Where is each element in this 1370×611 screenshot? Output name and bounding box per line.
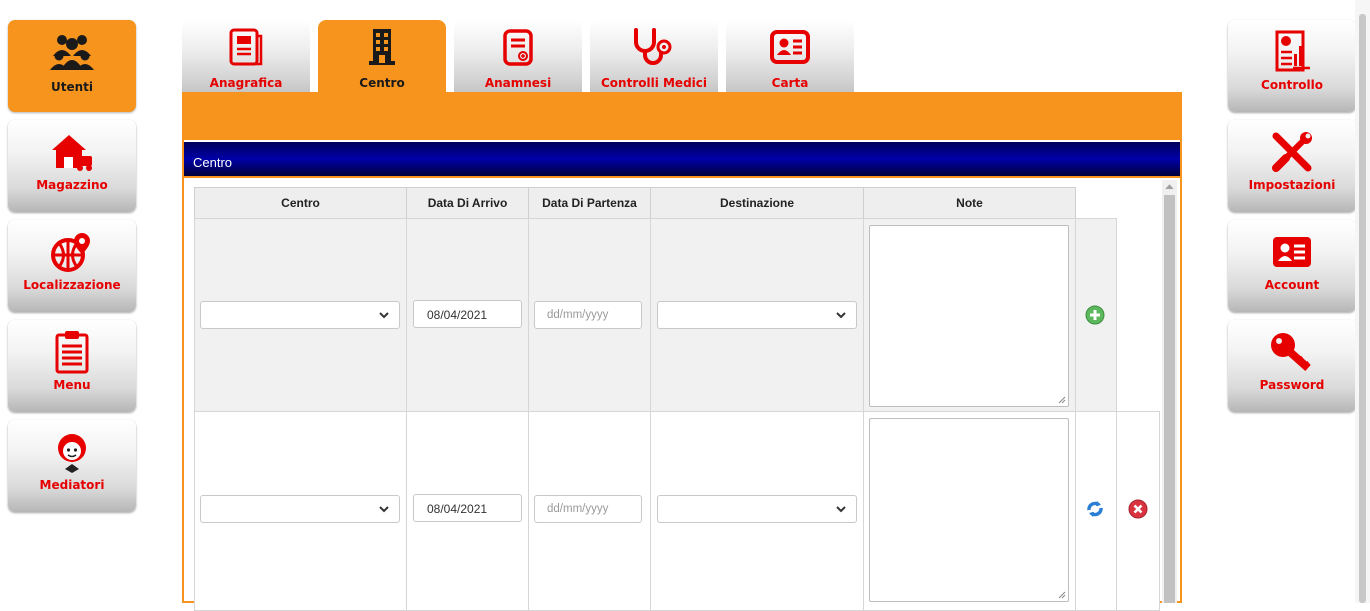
mediator-icon — [8, 430, 136, 474]
data-partenza-input[interactable]: dd/mm/yyyy — [534, 495, 642, 523]
nav-label: Password — [1259, 378, 1325, 392]
column-header-centro: Centro — [194, 187, 407, 219]
nav-label: Magazzino — [36, 178, 108, 192]
stethoscope-icon — [590, 26, 718, 68]
resize-grip-icon[interactable] — [1058, 396, 1066, 404]
divider — [184, 176, 1180, 178]
id-card-icon — [1228, 230, 1356, 274]
refresh-row-button[interactable] — [1085, 499, 1105, 522]
chevron-down-icon — [836, 506, 846, 513]
tab-label: Centro — [359, 76, 405, 90]
nav-magazzino-button[interactable]: Magazzino — [8, 120, 136, 212]
chevron-down-icon — [379, 312, 389, 319]
tab-anagrafica[interactable]: Anagrafica — [182, 20, 310, 94]
tab-carta[interactable]: Carta — [726, 20, 854, 94]
column-header-data-partenza: Data Di Partenza — [528, 187, 651, 219]
tab-anamnesi[interactable]: Anamnesi — [454, 20, 582, 94]
delete-row-button[interactable] — [1128, 499, 1148, 522]
nav-utenti-button[interactable]: Utenti — [8, 20, 136, 112]
nav-label: Impostazioni — [1248, 178, 1336, 192]
column-header-destinazione: Destinazione — [650, 187, 864, 219]
report-chart-icon — [1228, 30, 1356, 74]
resize-grip-icon[interactable] — [1058, 591, 1066, 599]
nav-controllo-button[interactable]: Controllo — [1228, 20, 1356, 112]
destinazione-select[interactable] — [657, 301, 857, 329]
nav-label: Localizzazione — [23, 278, 121, 292]
users-icon — [8, 30, 136, 74]
note-textarea[interactable] — [869, 418, 1069, 602]
centro-select[interactable] — [200, 301, 400, 329]
destinazione-select[interactable] — [657, 495, 857, 523]
data-partenza-input[interactable]: dd/mm/yyyy — [534, 301, 642, 329]
medical-record-icon — [454, 26, 582, 68]
tab-label: Controlli Medici — [600, 76, 708, 90]
nav-account-button[interactable]: Account — [1228, 220, 1356, 312]
globe-pin-icon — [8, 230, 136, 274]
id-card-icon — [726, 26, 854, 68]
nav-label: Account — [1264, 278, 1320, 292]
add-row-button[interactable] — [1085, 305, 1105, 328]
chevron-down-icon — [836, 312, 846, 319]
nav-impostazioni-button[interactable]: Impostazioni — [1228, 120, 1356, 212]
tab-content-band — [182, 92, 1182, 140]
page-scrollbar-thumb[interactable] — [1359, 14, 1366, 603]
warehouse-icon — [8, 130, 136, 174]
panel-scrollbar-thumb[interactable] — [1164, 195, 1175, 603]
clipboard-icon — [8, 330, 136, 374]
nav-label: Menu — [53, 378, 91, 392]
key-icon — [1228, 330, 1356, 374]
nav-label: Utenti — [50, 80, 93, 94]
column-header-data-arrivo: Data Di Arrivo — [406, 187, 529, 219]
nav-mediatori-button[interactable]: Mediatori — [8, 420, 136, 512]
nav-label: Controllo — [1261, 78, 1323, 92]
nav-localizzazione-button[interactable]: Localizzazione — [8, 220, 136, 312]
note-textarea[interactable] — [869, 225, 1069, 407]
tab-label: Anamnesi — [484, 76, 552, 90]
tab-label: Carta — [771, 76, 809, 90]
panel-title: Centro — [184, 142, 1180, 176]
tools-icon — [1228, 130, 1356, 174]
centro-select[interactable] — [200, 495, 400, 523]
nav-label: Mediatori — [39, 478, 105, 492]
tab-centro[interactable]: Centro — [318, 20, 446, 94]
column-header-note: Note — [863, 187, 1076, 219]
document-icon — [182, 26, 310, 68]
tab-controlli-medici[interactable]: Controlli Medici — [590, 20, 718, 94]
nav-menu-button[interactable]: Menu — [8, 320, 136, 412]
data-arrivo-input[interactable]: 08/04/2021 — [413, 300, 522, 328]
nav-password-button[interactable]: Password — [1228, 320, 1356, 412]
chevron-down-icon — [379, 506, 389, 513]
tab-label: Anagrafica — [209, 76, 283, 90]
close-circle-icon — [1128, 499, 1148, 519]
refresh-icon — [1087, 501, 1103, 517]
plus-circle-icon — [1085, 305, 1105, 325]
scroll-up-arrow-icon[interactable] — [1164, 182, 1175, 192]
data-arrivo-input[interactable]: 08/04/2021 — [413, 494, 522, 522]
building-icon — [318, 26, 446, 68]
